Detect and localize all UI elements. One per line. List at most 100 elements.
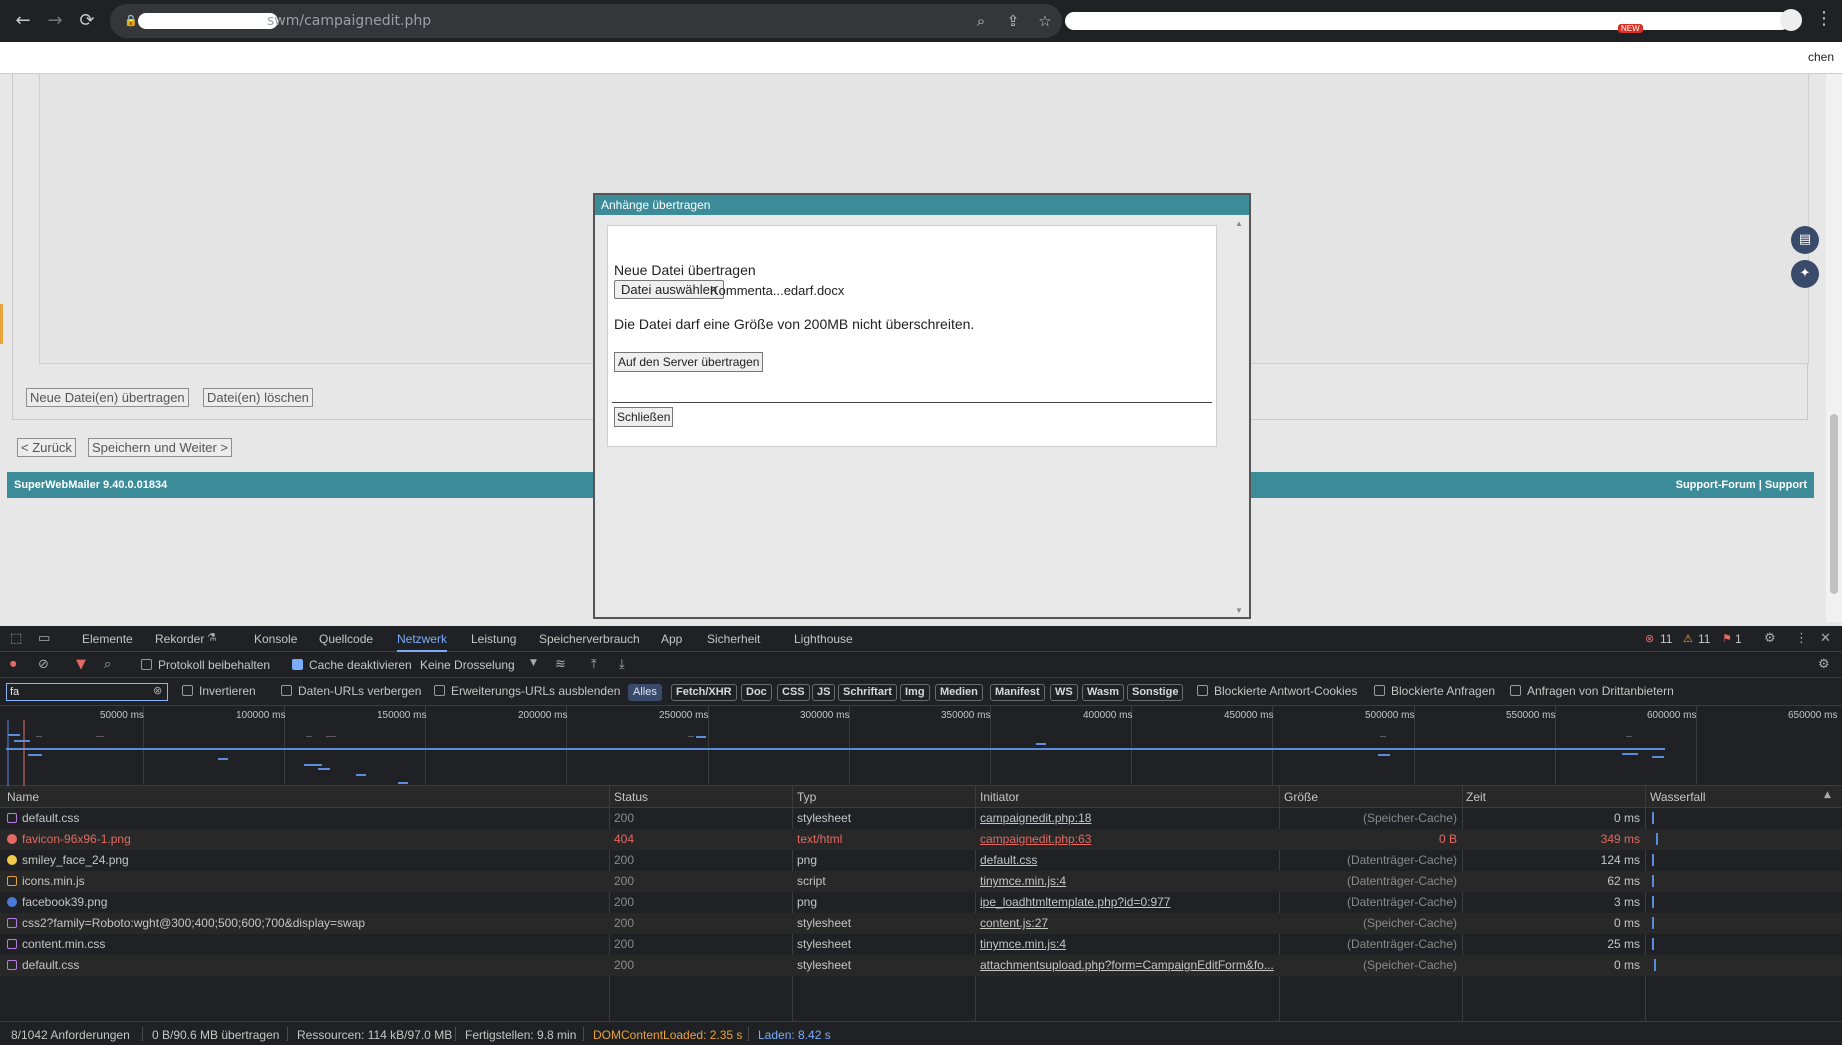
table-row[interactable]: default.css 200 stylesheet campaignedit.php…	[0, 808, 1842, 829]
column-size[interactable]: Größe	[1284, 790, 1318, 804]
zoom-icon[interactable]: ⌕	[970, 10, 992, 32]
request-name-text[interactable]: content.min.css	[22, 937, 105, 951]
request-name[interactable]: icons.min.js	[7, 874, 602, 888]
forward-icon[interactable]: →	[42, 8, 68, 34]
table-row[interactable]: favicon-96x96-1.png 404 text/html campaigne…	[0, 829, 1842, 850]
request-name-text[interactable]: default.css	[22, 811, 79, 825]
address-bar[interactable]: 🔒 swm/campaignedit.php ⌕ ⇪ ☆	[110, 4, 1062, 38]
dialog-scrollbar[interactable]: ▲ ▼	[1233, 217, 1247, 617]
request-initiator-text[interactable]: ipe_loadhtmltemplate.php?id=0:977	[980, 895, 1170, 909]
invert-checkbox[interactable]: Invertieren	[182, 684, 256, 698]
checkbox-box[interactable]	[182, 685, 193, 696]
table-row[interactable]: facebook39.png 200 png ipe_loadhtmltemplate…	[0, 892, 1842, 913]
request-name[interactable]: css2?family=Roboto:wght@300;400;500;600;…	[7, 916, 602, 930]
network-overview-timeline[interactable]: 50000 ms 100000 ms 150000 ms 200000 ms 2…	[0, 706, 1842, 786]
warning-count-icon[interactable]: ⚠	[1683, 632, 1693, 645]
type-filter-ws[interactable]: WS	[1050, 684, 1078, 701]
page-scrollbar[interactable]	[1826, 74, 1842, 622]
type-filter-font[interactable]: Schriftart	[838, 684, 897, 701]
request-initiator[interactable]: content.js:27	[980, 916, 1275, 930]
type-filter-wasm[interactable]: Wasm	[1082, 684, 1124, 701]
request-initiator-text[interactable]: campaignedit.php:63	[980, 832, 1091, 846]
settings-icon[interactable]: ⚙	[1764, 631, 1776, 646]
filter-icon[interactable]: ▼	[76, 657, 86, 672]
filter-input[interactable]: fa	[6, 683, 168, 701]
tab-lighthouse[interactable]: Lighthouse	[794, 632, 853, 646]
clear-icon[interactable]: ⊘	[38, 657, 49, 672]
browser-menu-icon[interactable]: ⋮	[1815, 8, 1833, 29]
checkbox-box[interactable]	[281, 685, 292, 696]
request-initiator[interactable]: tinymce.min.js:4	[980, 874, 1275, 888]
request-name-text[interactable]: facebook39.png	[22, 895, 107, 909]
type-filter-css[interactable]: CSS	[777, 684, 810, 701]
sort-up-icon[interactable]: ▲	[1824, 790, 1831, 800]
upload-to-server-button[interactable]: Auf den Server übertragen	[614, 352, 764, 372]
type-filter-js[interactable]: JS	[812, 684, 836, 701]
back-button[interactable]: < Zurück	[17, 438, 76, 457]
doc-side-icon[interactable]: ▤	[1791, 226, 1819, 254]
column-initiator[interactable]: Initiator	[980, 790, 1019, 804]
network-settings-icon[interactable]: ⚙	[1818, 657, 1830, 672]
scroll-down-icon[interactable]: ▼	[1235, 606, 1243, 615]
inspect-icon[interactable]: ⬚	[10, 631, 22, 646]
checkbox-box[interactable]	[292, 659, 303, 670]
delete-files-button[interactable]: Datei(en) löschen	[203, 388, 313, 407]
request-name[interactable]: facebook39.png	[7, 895, 602, 909]
close-icon[interactable]: ✕	[1231, 197, 1246, 212]
tab-security[interactable]: Sicherheit	[707, 632, 760, 646]
request-name[interactable]: default.css	[7, 958, 602, 972]
column-status[interactable]: Status	[614, 790, 648, 804]
request-name-text[interactable]: icons.min.js	[22, 874, 85, 888]
request-name[interactable]: default.css	[7, 811, 602, 825]
scroll-thumb[interactable]	[1830, 414, 1838, 594]
request-name[interactable]: favicon-96x96-1.png	[7, 832, 602, 846]
choose-file-button[interactable]: Datei auswählen	[614, 280, 725, 299]
clear-filter-icon[interactable]: ⊗	[153, 684, 162, 697]
column-time[interactable]: Zeit	[1466, 790, 1486, 804]
request-name[interactable]: content.min.css	[7, 937, 602, 951]
table-row[interactable]: icons.min.js 200 script tinymce.min.js:4 (Da…	[0, 871, 1842, 892]
request-name-text[interactable]: favicon-96x96-1.png	[22, 832, 131, 846]
request-initiator[interactable]: default.css	[980, 853, 1275, 867]
column-type[interactable]: Typ	[797, 790, 816, 804]
type-filter-all[interactable]: Alles	[628, 684, 662, 701]
type-filter-manifest[interactable]: Manifest	[990, 684, 1045, 701]
checkbox-box[interactable]	[1374, 685, 1385, 696]
error-count[interactable]: 11	[1660, 632, 1672, 646]
disable-cache-checkbox[interactable]: Cache deaktivieren	[292, 658, 412, 672]
tab-elements[interactable]: Elemente	[82, 632, 133, 646]
request-initiator[interactable]: campaignedit.php:63	[980, 832, 1275, 846]
export-har-icon[interactable]: ⤓	[619, 657, 625, 672]
close-dialog-button[interactable]: Schließen	[614, 407, 674, 427]
request-initiator[interactable]: ipe_loadhtmltemplate.php?id=0:977	[980, 895, 1275, 909]
request-initiator-text[interactable]: tinymce.min.js:4	[980, 937, 1066, 951]
scroll-up-icon[interactable]: ▲	[1235, 219, 1243, 228]
import-har-icon[interactable]: ⤒	[591, 657, 597, 672]
throttling-select[interactable]: Keine Drosselung	[420, 658, 515, 672]
device-toggle-icon[interactable]: ▭	[38, 631, 50, 646]
back-icon[interactable]: ←	[10, 8, 36, 34]
request-name-text[interactable]: default.css	[22, 958, 79, 972]
support-links[interactable]: Support-Forum | Support	[1676, 479, 1807, 491]
request-initiator-text[interactable]: campaignedit.php:18	[980, 811, 1091, 825]
new-files-button[interactable]: Neue Datei(en) übertragen	[26, 388, 189, 407]
preserve-log-checkbox[interactable]: Protokoll beibehalten	[141, 658, 270, 672]
table-row[interactable]: content.min.css 200 stylesheet tinymce.min.…	[0, 934, 1842, 955]
profile-avatar[interactable]	[1780, 9, 1802, 31]
more-icon[interactable]: ⋮	[1795, 631, 1808, 646]
table-row[interactable]: css2?family=Roboto:wght@300;400;500;600;…	[0, 913, 1842, 934]
blocked-requests-checkbox[interactable]: Blockierte Anfragen	[1374, 684, 1495, 698]
tab-sources[interactable]: Quellcode	[319, 632, 373, 646]
type-filter-doc[interactable]: Doc	[741, 684, 772, 701]
tab-console[interactable]: Konsole	[254, 632, 297, 646]
star-icon[interactable]: ☆	[1034, 10, 1056, 32]
close-devtools-icon[interactable]: ✕	[1820, 631, 1831, 646]
type-filter-xhr[interactable]: Fetch/XHR	[671, 684, 737, 701]
third-party-checkbox[interactable]: Anfragen von Drittanbietern	[1510, 684, 1674, 698]
request-name-text[interactable]: smiley_face_24.png	[22, 853, 129, 867]
share-icon[interactable]: ⇪	[1002, 10, 1024, 32]
request-initiator[interactable]: attachmentsupload.php?form=CampaignEditF…	[980, 958, 1275, 972]
warning-count[interactable]: 11	[1698, 632, 1710, 646]
type-filter-media[interactable]: Medien	[935, 684, 983, 701]
request-initiator-text[interactable]: default.css	[980, 853, 1037, 867]
